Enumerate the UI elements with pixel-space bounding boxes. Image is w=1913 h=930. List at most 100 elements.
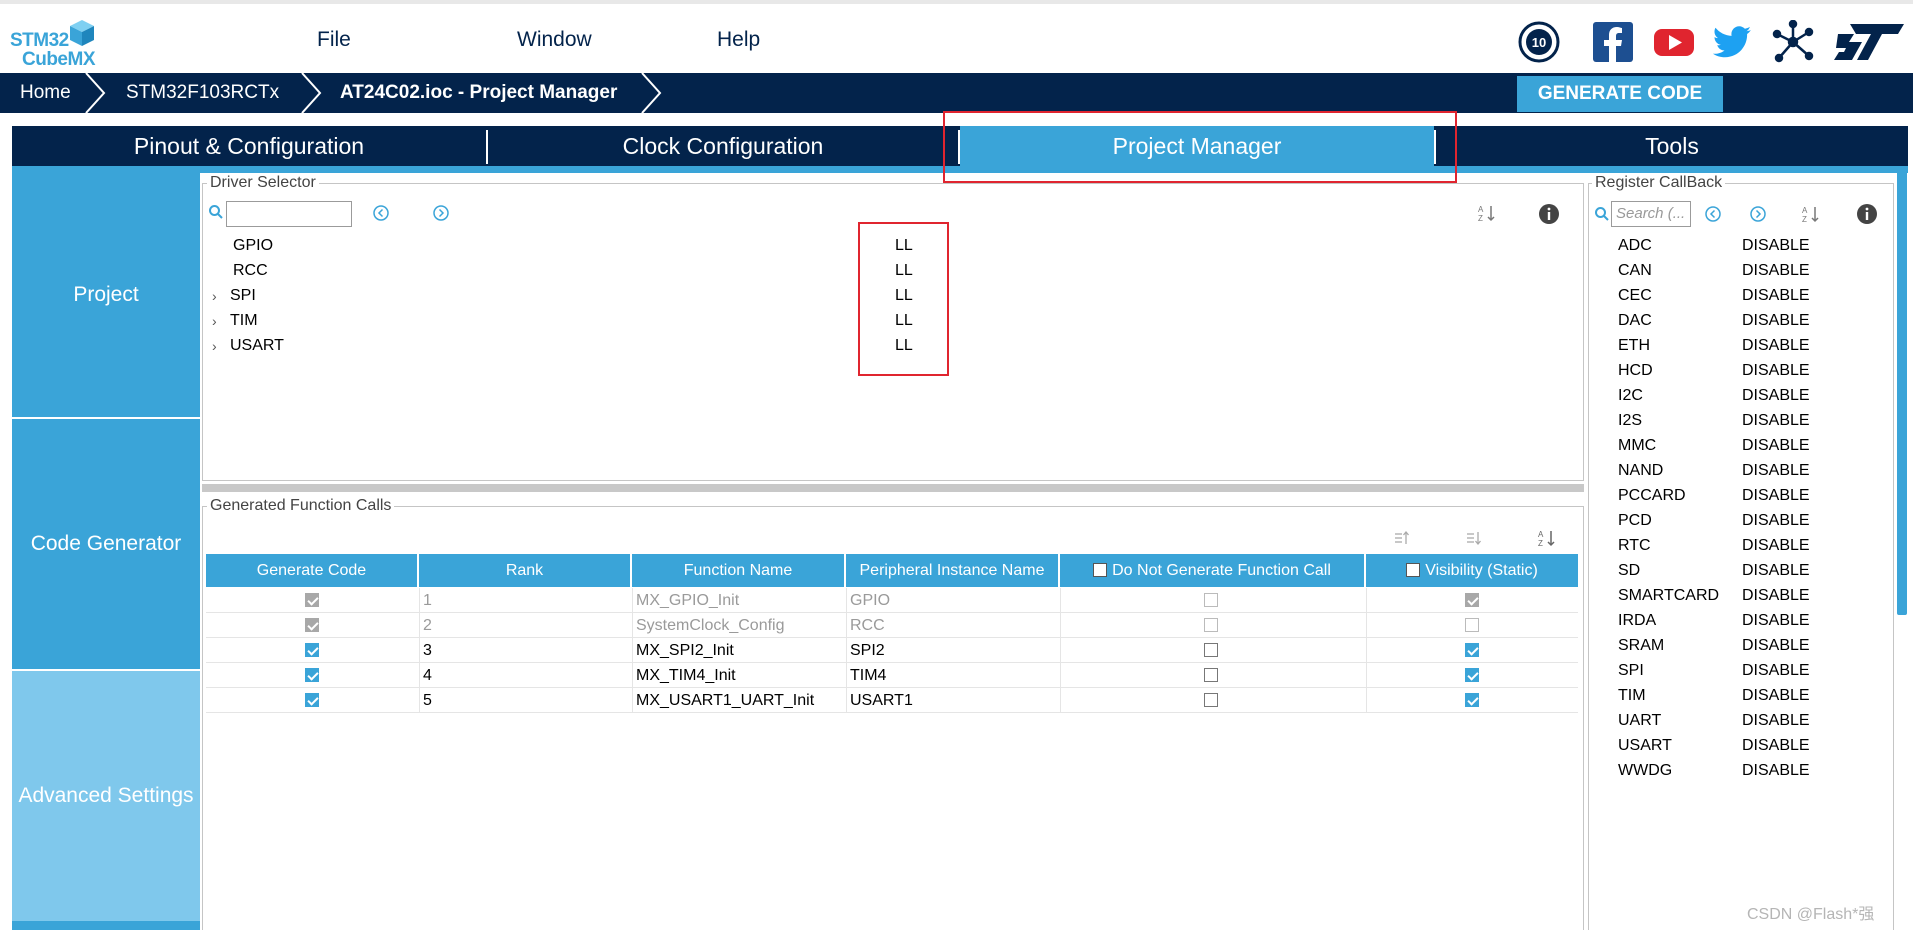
sidebar-item-label: Project (73, 283, 139, 306)
breadcrumb-project[interactable]: AT24C02.ioc - Project Manager (340, 73, 617, 113)
callback-row-value[interactable]: DISABLE (1742, 737, 1810, 755)
generate-code-checkbox[interactable] (305, 668, 319, 682)
header-checkbox[interactable] (1406, 563, 1421, 577)
callback-row-value[interactable]: DISABLE (1742, 512, 1810, 530)
visibility-checkbox[interactable] (1465, 593, 1479, 607)
callback-row-value[interactable]: DISABLE (1742, 637, 1810, 655)
next-icon[interactable] (432, 204, 450, 222)
callback-row-name: SD (1618, 562, 1641, 579)
driver-row-value[interactable]: LL (895, 312, 913, 330)
column-header-function-name[interactable]: Function Name (632, 554, 846, 587)
sort-az-icon[interactable]: AZ (1477, 203, 1497, 223)
driver-row-value[interactable]: LL (895, 262, 913, 280)
sort-az-icon[interactable]: AZ (1537, 528, 1557, 548)
previous-icon[interactable] (1704, 205, 1722, 223)
column-header-do-not-generate[interactable]: Do Not Generate Function Call (1060, 554, 1366, 587)
facebook-icon[interactable] (1591, 20, 1635, 64)
driver-row-name: RCC (233, 262, 268, 279)
driver-row-value[interactable]: LL (895, 337, 913, 355)
callback-row-value[interactable]: DISABLE (1742, 312, 1810, 330)
callback-row-name: TIM (1618, 687, 1646, 704)
callback-row-value[interactable]: DISABLE (1742, 412, 1810, 430)
generate-code-checkbox[interactable] (305, 693, 319, 707)
breadcrumb-mcu[interactable]: STM32F103RCTx (126, 73, 279, 113)
driver-row-value[interactable]: LL (895, 287, 913, 305)
menu-help[interactable]: Help (717, 28, 760, 52)
generate-code-button[interactable]: GENERATE CODE (1517, 76, 1723, 112)
previous-icon[interactable] (372, 204, 390, 222)
callback-row-value[interactable]: DISABLE (1742, 462, 1810, 480)
sidebar-item-advanced-settings[interactable]: Advanced Settings (12, 671, 200, 921)
table-row[interactable]: 5 MX_USART1_UART_Init USART1 (206, 688, 1578, 713)
panel-splitter[interactable] (202, 484, 1584, 492)
tab-project-manager[interactable]: Project Manager (960, 126, 1434, 166)
table-row[interactable]: 3 MX_SPI2_Init SPI2 (206, 638, 1578, 663)
table-row[interactable]: 4 MX_TIM4_Init TIM4 (206, 663, 1578, 688)
column-header-peripheral-instance[interactable]: Peripheral Instance Name (846, 554, 1060, 587)
youtube-icon[interactable] (1652, 20, 1696, 64)
callback-row-value[interactable]: DISABLE (1742, 587, 1810, 605)
do-not-generate-checkbox[interactable] (1204, 668, 1218, 682)
column-header-generate-code[interactable]: Generate Code (206, 554, 419, 587)
callback-row-value[interactable]: DISABLE (1742, 612, 1810, 630)
column-header-rank[interactable]: Rank (419, 554, 632, 587)
sort-az-icon[interactable]: AZ (1801, 204, 1821, 224)
generate-code-checkbox[interactable] (305, 593, 319, 607)
driver-row-name: TIM (230, 312, 258, 329)
callback-row-value[interactable]: DISABLE (1742, 662, 1810, 680)
tab-clock-configuration[interactable]: Clock Configuration (488, 126, 958, 166)
callback-row-value[interactable]: DISABLE (1742, 487, 1810, 505)
network-icon[interactable] (1771, 20, 1815, 64)
callback-row-value[interactable]: DISABLE (1742, 537, 1810, 555)
menu-file[interactable]: File (317, 28, 351, 52)
table-row[interactable]: 1 MX_GPIO_Init GPIO (206, 588, 1578, 613)
visibility-checkbox[interactable] (1465, 668, 1479, 682)
tab-pinout-configuration[interactable]: Pinout & Configuration (12, 126, 486, 166)
visibility-checkbox[interactable] (1465, 693, 1479, 707)
do-not-generate-checkbox[interactable] (1204, 593, 1218, 607)
move-down-icon[interactable] (1465, 529, 1483, 547)
chevron-right-icon[interactable]: › (212, 338, 217, 354)
callback-row-value[interactable]: DISABLE (1742, 712, 1810, 730)
callback-search-input[interactable]: Search (... (1611, 201, 1691, 227)
callback-row-value[interactable]: DISABLE (1742, 362, 1810, 380)
callback-row-value[interactable]: DISABLE (1742, 387, 1810, 405)
callback-row-value[interactable]: DISABLE (1742, 337, 1810, 355)
menu-window[interactable]: Window (517, 28, 592, 52)
visibility-checkbox[interactable] (1465, 643, 1479, 657)
st-logo-icon[interactable] (1832, 20, 1906, 64)
sidebar-item-project[interactable]: Project (12, 173, 200, 417)
sidebar-item-next[interactable] (12, 921, 200, 930)
chevron-right-icon[interactable]: › (212, 288, 217, 304)
driver-row-value[interactable]: LL (895, 237, 913, 255)
tab-tools[interactable]: Tools (1436, 126, 1908, 166)
column-header-visibility[interactable]: Visibility (Static) (1366, 554, 1578, 587)
info-icon[interactable] (1538, 203, 1560, 225)
anniversary-10-icon[interactable]: 10 (1517, 20, 1561, 64)
move-up-icon[interactable] (1393, 529, 1411, 547)
breadcrumb-home[interactable]: Home (20, 73, 71, 113)
generate-code-checkbox[interactable] (305, 618, 319, 632)
vertical-scrollbar[interactable] (1897, 170, 1907, 615)
table-row[interactable]: 2 SystemClock_Config RCC (206, 613, 1578, 638)
twitter-icon[interactable] (1711, 20, 1755, 64)
chevron-right-icon[interactable]: › (212, 313, 217, 329)
do-not-generate-checkbox[interactable] (1204, 643, 1218, 657)
callback-row-value[interactable]: DISABLE (1742, 762, 1810, 780)
do-not-generate-checkbox[interactable] (1204, 618, 1218, 632)
callback-row-value[interactable]: DISABLE (1742, 287, 1810, 305)
do-not-generate-checkbox[interactable] (1204, 693, 1218, 707)
info-icon[interactable] (1856, 203, 1878, 225)
next-icon[interactable] (1749, 205, 1767, 223)
callback-row-value[interactable]: DISABLE (1742, 262, 1810, 280)
callback-row-value[interactable]: DISABLE (1742, 687, 1810, 705)
callback-row-value[interactable]: DISABLE (1742, 237, 1810, 255)
function-name-cell: MX_SPI2_Init (632, 638, 846, 663)
header-checkbox[interactable] (1093, 563, 1108, 577)
generate-code-checkbox[interactable] (305, 643, 319, 657)
visibility-checkbox[interactable] (1465, 618, 1479, 632)
sidebar-item-code-generator[interactable]: Code Generator (12, 419, 200, 669)
callback-row-value[interactable]: DISABLE (1742, 437, 1810, 455)
callback-row-value[interactable]: DISABLE (1742, 562, 1810, 580)
driver-search-input[interactable] (226, 201, 352, 227)
